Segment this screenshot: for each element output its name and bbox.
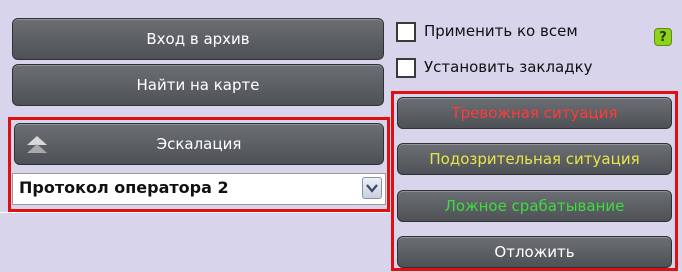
alarm-situation-button[interactable]: Тревожная ситуация (397, 97, 672, 129)
set-bookmark-checkbox[interactable] (396, 58, 416, 78)
false-alarm-label: Ложное срабатывание (444, 197, 625, 215)
archive-button-label: Вход в архив (146, 30, 250, 48)
alarm-situation-label: Тревожная ситуация (451, 104, 618, 122)
suspicious-situation-button[interactable]: Подозрительная ситуация (397, 143, 672, 175)
operator-protocol-value: Протокол оператора 2 (19, 178, 229, 197)
escalation-button-label: Эскалация (156, 135, 242, 153)
find-on-map-button[interactable]: Найти на карте (12, 64, 384, 106)
false-alarm-button[interactable]: Ложное срабатывание (397, 190, 672, 222)
suspicious-situation-label: Подозрительная ситуация (429, 150, 640, 168)
help-glyph: ? (659, 29, 667, 45)
apply-to-all-label: Применить ко всем (424, 22, 578, 40)
postpone-button[interactable]: Отложить (397, 236, 672, 268)
archive-button[interactable]: Вход в архив (12, 18, 384, 60)
help-icon[interactable]: ? (654, 28, 672, 46)
set-bookmark-label: Установить закладку (424, 58, 593, 76)
chevron-up-icon (25, 133, 49, 161)
escalation-button[interactable]: Эскалация (14, 123, 384, 165)
chevron-down-icon[interactable] (362, 177, 382, 199)
apply-to-all-checkbox[interactable] (396, 22, 416, 42)
postpone-label: Отложить (494, 243, 575, 261)
find-on-map-button-label: Найти на карте (136, 76, 260, 94)
section-divider (0, 212, 390, 213)
operator-protocol-select[interactable]: Протокол оператора 2 (12, 173, 386, 205)
